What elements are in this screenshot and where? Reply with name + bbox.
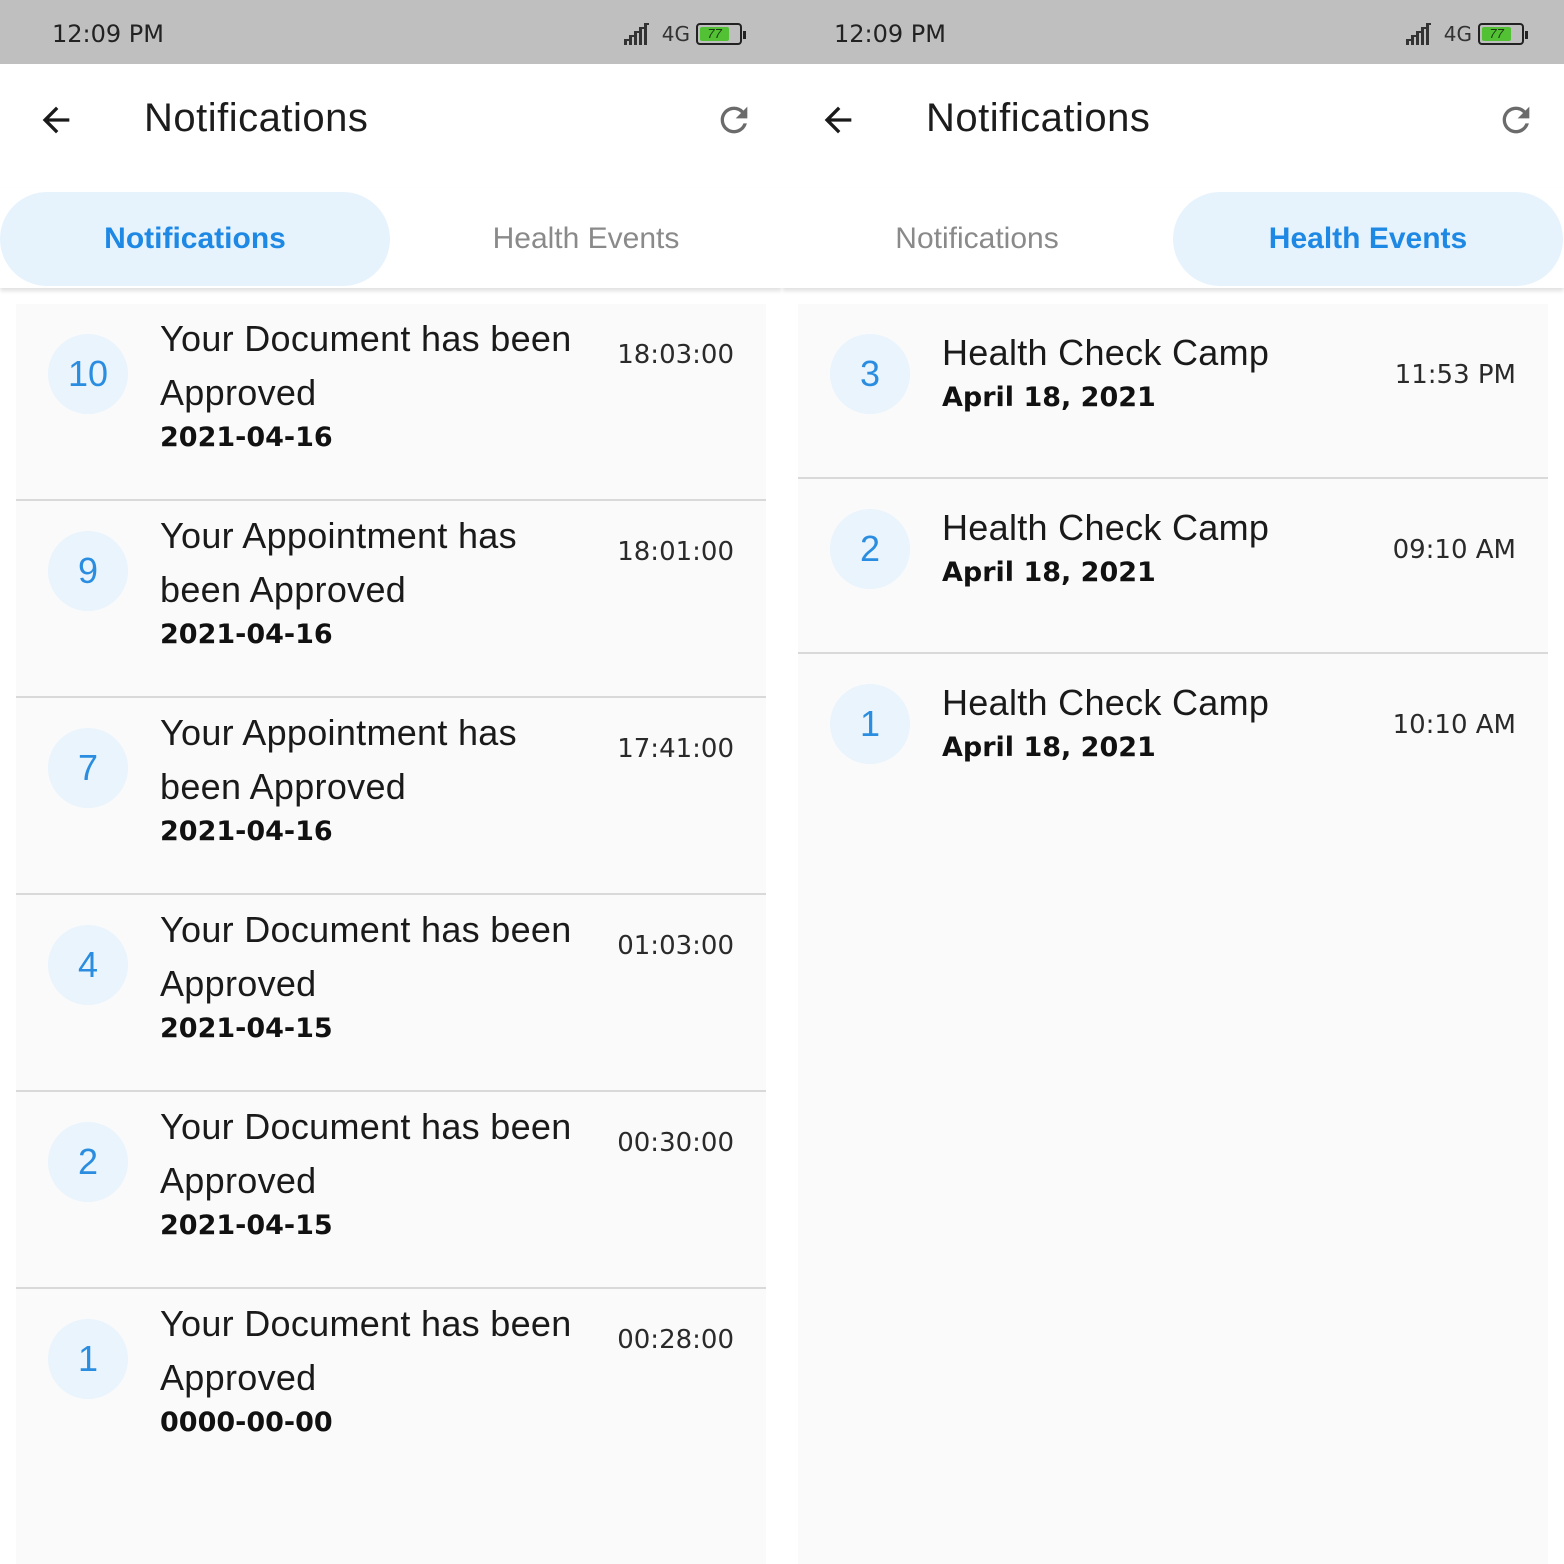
tab-notifications[interactable]: Notifications [782,192,1172,286]
status-indicators: 4G 77 [1405,20,1528,48]
list-item[interactable]: 2 Your Document has been Approved 2021-0… [16,1092,766,1289]
battery-level: 77 [700,27,730,41]
item-number-badge: 1 [830,684,910,764]
item-number-badge: 10 [48,334,128,414]
item-date: April 18, 2021 [942,382,1156,413]
item-time: 00:30:00 [617,1128,734,1158]
network-label: 4G [661,22,690,46]
item-number-badge: 9 [48,531,128,611]
item-date: 2021-04-16 [160,619,333,650]
screen-notifications: 12:09 PM 4G 77 Notifications Notificatio… [0,0,782,1564]
battery-level: 77 [1482,27,1512,41]
item-date: April 18, 2021 [942,732,1156,763]
status-bar: 12:09 PM 4G 77 [782,0,1564,64]
item-time: 11:53 PM [1394,360,1516,390]
item-number-badge: 1 [48,1319,128,1399]
item-time: 00:28:00 [617,1325,734,1355]
refresh-icon[interactable] [1496,100,1536,140]
battery-icon: 77 [696,23,746,45]
item-title: Your Document has been Approved [160,318,572,413]
screen-health-events: 12:09 PM 4G 77 Notifications Notificatio… [782,0,1564,1564]
status-indicators: 4G 77 [623,20,746,48]
list-item[interactable]: 1 Your Document has been Approved 0000-0… [16,1289,766,1486]
tab-bar: Notifications Health Events [782,188,1564,288]
tab-health-events[interactable]: Health Events [1173,192,1563,286]
list-item[interactable]: 3 Health Check Camp April 18, 2021 11:53… [798,304,1548,479]
item-time: 17:41:00 [617,734,734,764]
notification-list: 10 Your Document has been Approved 2021-… [16,304,766,1564]
item-title: Your Document has been Approved [160,909,572,1004]
list-item[interactable]: 9 Your Appointment has been Approved 202… [16,501,766,698]
health-event-list: 3 Health Check Camp April 18, 2021 11:53… [798,304,1548,1564]
item-date: April 18, 2021 [942,557,1156,588]
list-item[interactable]: 7 Your Appointment has been Approved 202… [16,698,766,895]
item-time: 10:10 AM [1392,710,1516,740]
tab-notifications[interactable]: Notifications [0,192,390,286]
item-title: Your Document has been Approved [160,1303,572,1398]
item-title: Your Document has been Approved [160,1106,572,1201]
page-title: Notifications [144,96,369,140]
item-title: Your Appointment has been Approved [160,515,517,610]
item-number-badge: 4 [48,925,128,1005]
status-bar: 12:09 PM 4G 77 [0,0,782,64]
list-item[interactable]: 10 Your Document has been Approved 2021-… [16,304,766,501]
item-title: Health Check Camp [942,682,1270,723]
battery-icon: 77 [1478,23,1528,45]
tab-health-events[interactable]: Health Events [391,192,781,286]
item-date: 0000-00-00 [160,1407,333,1438]
item-time: 18:03:00 [617,340,734,370]
list-item[interactable]: 2 Health Check Camp April 18, 2021 09:10… [798,479,1548,654]
back-arrow-icon[interactable] [818,100,858,140]
item-time: 09:10 AM [1392,535,1516,565]
app-bar: Notifications [782,64,1564,176]
item-date: 2021-04-15 [160,1013,333,1044]
item-time: 18:01:00 [617,537,734,567]
item-date: 2021-04-16 [160,816,333,847]
item-number-badge: 3 [830,334,910,414]
list-item[interactable]: 1 Health Check Camp April 18, 2021 10:10… [798,654,1548,829]
list-item[interactable]: 4 Your Document has been Approved 2021-0… [16,895,766,1092]
item-number-badge: 2 [48,1122,128,1202]
item-number-badge: 2 [830,509,910,589]
item-date: 2021-04-16 [160,422,333,453]
refresh-icon[interactable] [714,100,754,140]
item-number-badge: 7 [48,728,128,808]
back-arrow-icon[interactable] [36,100,76,140]
tab-bar: Notifications Health Events [0,188,782,288]
item-title: Health Check Camp [942,507,1270,548]
item-date: 2021-04-15 [160,1210,333,1241]
item-title: Health Check Camp [942,332,1270,373]
app-bar: Notifications [0,64,782,176]
signal-icon [623,23,656,45]
status-time: 12:09 PM [52,20,164,48]
item-title: Your Appointment has been Approved [160,712,517,807]
status-time: 12:09 PM [834,20,946,48]
page-title: Notifications [926,96,1151,140]
signal-icon [1405,23,1438,45]
item-time: 01:03:00 [617,931,734,961]
network-label: 4G [1443,22,1472,46]
